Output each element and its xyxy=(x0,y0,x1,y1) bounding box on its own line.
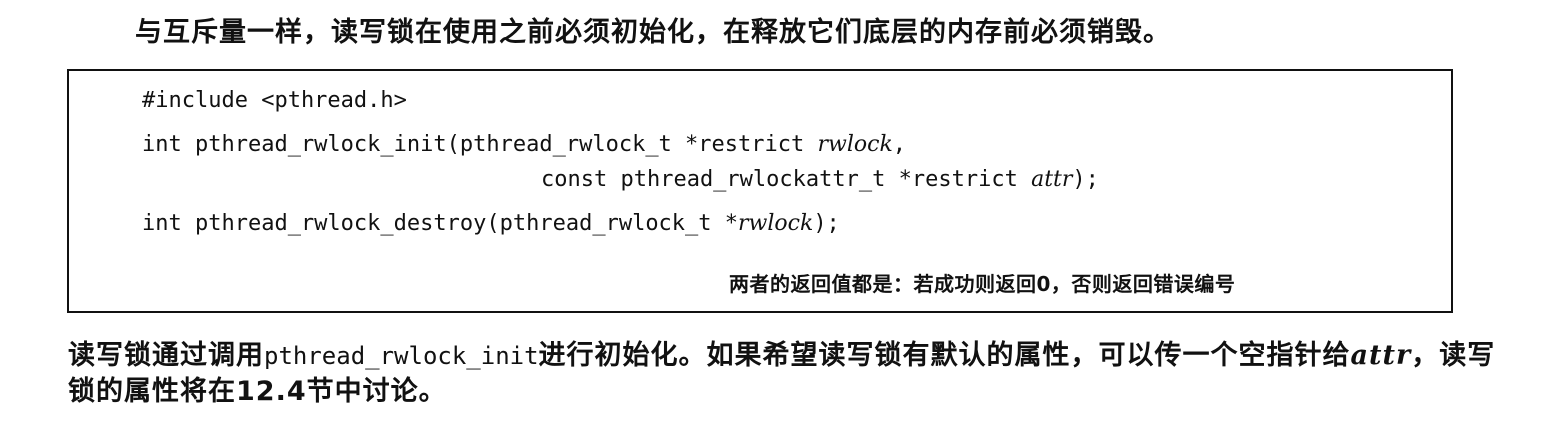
code-text: ); xyxy=(1072,167,1099,192)
param-rwlock: rwlock xyxy=(817,132,893,157)
include-line: #include <pthread.h> xyxy=(142,88,407,113)
code-text: const pthread_rwlockattr_t *restrict xyxy=(541,167,1032,192)
param-rwlock: rwlock xyxy=(738,211,814,236)
code-text: , xyxy=(892,132,907,157)
inline-code-function: pthread_rwlock_init xyxy=(264,342,539,370)
body-text: 进行初始化。如果希望读写锁有默认的属性，可以传一个空指针给 xyxy=(538,340,1351,371)
function-prototype-box: #include <pthread.h> int pthread_rwlock_… xyxy=(67,69,1453,313)
code-text: ); xyxy=(813,211,840,236)
param-attr: attr xyxy=(1031,167,1073,192)
body-paragraph: 读写锁通过调用pthread_rwlock_init进行初始化。如果希望读写锁有… xyxy=(68,338,1508,410)
intro-paragraph: 与互斥量一样，读写锁在使用之前必须初始化，在释放它们底层的内存前必须销毁。 xyxy=(135,17,1171,48)
inline-arg-attr: attr xyxy=(1350,340,1412,371)
body-text: 读写锁通过调用 xyxy=(68,340,264,371)
code-text: int pthread_rwlock_destroy(pthread_rwloc… xyxy=(142,211,739,236)
rwlock-destroy-prototype: int pthread_rwlock_destroy(pthread_rwloc… xyxy=(142,209,840,239)
code-text: int pthread_rwlock_init(pthread_rwlock_t… xyxy=(142,132,818,157)
rwlock-init-prototype: int pthread_rwlock_init(pthread_rwlock_t… xyxy=(142,130,906,160)
rwlock-init-continuation: const pthread_rwlockattr_t *restrict att… xyxy=(541,165,1099,195)
return-value-note: 两者的返回值都是：若成功则返回0，否则返回错误编号 xyxy=(729,272,1236,296)
